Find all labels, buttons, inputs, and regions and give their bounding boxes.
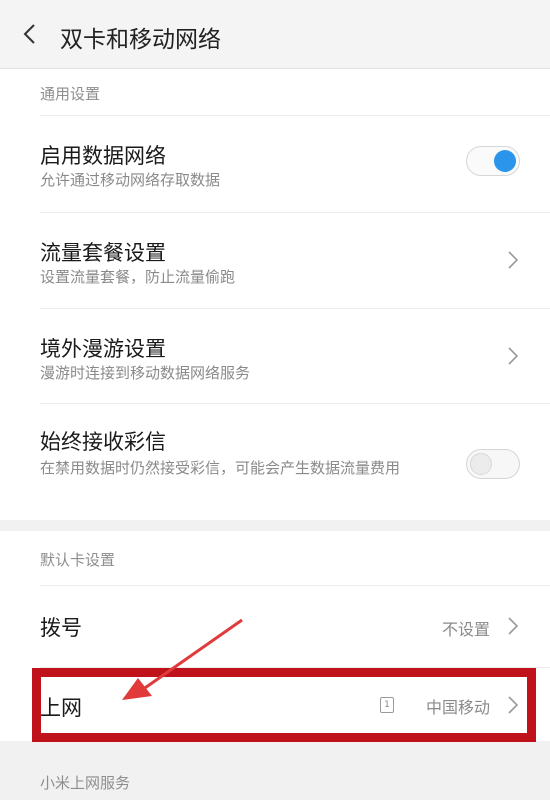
setting-row-dial[interactable]: 拨号 不设置 <box>0 586 550 666</box>
setting-subtitle: 设置流量套餐，防止流量偷跑 <box>40 268 236 286</box>
setting-row-data-plan[interactable]: 流量套餐设置 设置流量套餐，防止流量偷跑 <box>0 213 550 309</box>
chevron-right-icon <box>508 251 519 269</box>
toggle-knob <box>470 453 492 475</box>
setting-row-enable-data[interactable]: 启用数据网络 允许通过移动网络存取数据 <box>0 116 550 212</box>
enable-data-toggle[interactable] <box>466 146 520 176</box>
dial-sim-value: 不设置 <box>441 620 490 639</box>
setting-title: 上网 <box>40 696 82 720</box>
sim-card-icon: 1 <box>380 697 394 713</box>
setting-title: 拨号 <box>40 616 82 640</box>
app-header: 双卡和移动网络 <box>0 0 550 69</box>
section-label-xiaomi-service: 小米上网服务 <box>40 774 131 792</box>
setting-subtitle: 允许通过移动网络存取数据 <box>40 171 221 189</box>
page-title: 双卡和移动网络 <box>60 27 221 53</box>
section-label-general: 通用设置 <box>40 85 101 103</box>
setting-row-always-mms[interactable]: 始终接收彩信 在禁用数据时仍然接受彩信，可能会产生数据流量费用 <box>0 404 550 520</box>
default-card-settings-card: 默认卡设置 拨号 不设置 上网 1 中国移动 <box>0 531 550 741</box>
setting-row-internet[interactable]: 上网 1 中国移动 <box>0 668 550 741</box>
setting-title: 启用数据网络 <box>40 144 166 168</box>
always-mms-toggle[interactable] <box>466 449 520 479</box>
setting-title: 始终接收彩信 <box>40 430 166 454</box>
section-label-default-card: 默认卡设置 <box>40 551 116 569</box>
general-settings-card: 通用设置 启用数据网络 允许通过移动网络存取数据 流量套餐设置 设置流量套餐，防… <box>0 69 550 520</box>
back-arrow-icon[interactable] <box>20 22 40 46</box>
chevron-right-icon <box>508 617 519 635</box>
setting-title: 境外漫游设置 <box>40 337 166 361</box>
internet-sim-value: 中国移动 <box>425 698 490 717</box>
setting-subtitle: 在禁用数据时仍然接受彩信，可能会产生数据流量费用 <box>40 459 401 477</box>
setting-row-roaming[interactable]: 境外漫游设置 漫游时连接到移动数据网络服务 <box>0 309 550 405</box>
setting-subtitle: 漫游时连接到移动数据网络服务 <box>40 364 251 382</box>
chevron-right-icon <box>508 347 519 365</box>
toggle-knob <box>494 150 516 172</box>
chevron-right-icon <box>508 696 519 714</box>
setting-title: 流量套餐设置 <box>40 241 166 265</box>
